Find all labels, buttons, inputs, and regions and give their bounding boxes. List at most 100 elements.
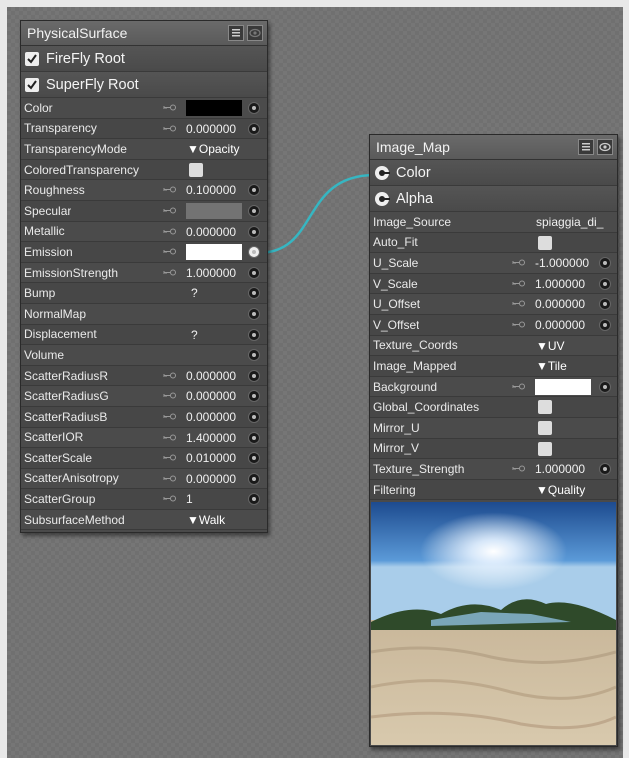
- param-row-scattergroup[interactable]: ScatterGroup 1: [21, 489, 267, 510]
- input-socket-icon[interactable]: [248, 390, 260, 403]
- param-checkbox[interactable]: [538, 235, 552, 250]
- input-socket-icon[interactable]: [599, 318, 611, 331]
- input-socket-connected-icon[interactable]: [248, 246, 260, 259]
- input-socket-icon[interactable]: [248, 410, 260, 423]
- link-key-icon[interactable]: [163, 186, 177, 194]
- input-socket-icon[interactable]: [248, 307, 260, 320]
- link-key-icon[interactable]: [512, 300, 526, 308]
- param-row-u-scale[interactable]: U_Scale -1.000000: [370, 253, 617, 274]
- output-socket-icon[interactable]: [374, 165, 390, 181]
- param-row-specular[interactable]: Specular: [21, 200, 267, 222]
- param-dropdown[interactable]: ▼Quality: [536, 483, 585, 497]
- menu-icon[interactable]: [578, 139, 594, 155]
- input-socket-icon[interactable]: [248, 287, 260, 300]
- param-row-scatterradiusr[interactable]: ScatterRadiusR 0.000000: [21, 365, 267, 387]
- physical-surface-header[interactable]: PhysicalSurface: [21, 21, 267, 46]
- input-socket-icon[interactable]: [248, 102, 260, 114]
- firefly-root-toggle[interactable]: FireFly Root: [21, 46, 267, 72]
- param-checkbox[interactable]: [538, 441, 552, 456]
- menu-icon[interactable]: [228, 25, 244, 41]
- param-row-v-scale[interactable]: V_Scale 1.000000: [370, 273, 617, 295]
- param-value-field[interactable]: 1.000000: [535, 462, 585, 476]
- param-value-field[interactable]: 0.100000: [186, 183, 236, 197]
- param-row-emissionstrength[interactable]: EmissionStrength 1.000000: [21, 262, 267, 284]
- input-socket-icon[interactable]: [248, 431, 260, 444]
- link-key-icon[interactable]: [163, 392, 177, 400]
- link-key-icon[interactable]: [512, 383, 526, 391]
- param-value-field[interactable]: 0.000000: [186, 389, 236, 403]
- output-alpha[interactable]: Alpha: [370, 186, 617, 212]
- image-map-node[interactable]: Image_Map Color Alpha Image_Source spiagg…: [369, 134, 618, 747]
- param-row-u-offset[interactable]: U_Offset 0.000000: [370, 294, 617, 315]
- output-socket-icon[interactable]: [374, 191, 390, 207]
- input-socket-icon[interactable]: [599, 380, 611, 393]
- param-dropdown[interactable]: ▼UV: [536, 339, 565, 353]
- image-map-header[interactable]: Image_Map: [370, 135, 617, 160]
- input-socket-icon[interactable]: [599, 463, 611, 476]
- param-row-scatterradiusb[interactable]: ScatterRadiusB 0.000000: [21, 406, 267, 428]
- input-socket-icon[interactable]: [248, 184, 260, 197]
- link-key-icon[interactable]: [163, 372, 177, 380]
- output-color[interactable]: Color: [370, 160, 617, 186]
- param-dropdown[interactable]: ▼Walk: [187, 513, 225, 527]
- physical-surface-node[interactable]: PhysicalSurface FireFly Root SuperFly Ro…: [20, 20, 268, 533]
- color-swatch[interactable]: [186, 244, 242, 261]
- input-socket-icon[interactable]: [248, 349, 260, 362]
- param-value-field[interactable]: 0.000000: [535, 318, 585, 332]
- param-value-field[interactable]: 0.000000: [186, 225, 236, 239]
- color-swatch[interactable]: [535, 378, 591, 395]
- link-key-icon[interactable]: [163, 207, 177, 215]
- link-key-icon[interactable]: [512, 259, 526, 267]
- param-value-field[interactable]: 0.000000: [535, 297, 585, 311]
- input-socket-icon[interactable]: [599, 257, 611, 270]
- param-row-global-coordinates[interactable]: Global_Coordinates: [370, 397, 617, 418]
- link-key-icon[interactable]: [512, 465, 526, 473]
- param-row-transparency[interactable]: Transparency 0.000000: [21, 118, 267, 140]
- param-row-coloredtransparency[interactable]: ColoredTransparency: [21, 159, 267, 181]
- param-row-bump[interactable]: Bump?: [21, 283, 267, 304]
- link-key-icon[interactable]: [163, 228, 177, 236]
- input-socket-icon[interactable]: [248, 266, 260, 279]
- link-key-icon[interactable]: [163, 104, 177, 112]
- input-socket-icon[interactable]: [248, 328, 260, 341]
- link-key-icon[interactable]: [512, 280, 526, 288]
- input-socket-icon[interactable]: [248, 369, 260, 382]
- param-row-normalmap[interactable]: NormalMap: [21, 303, 267, 325]
- link-key-icon[interactable]: [163, 248, 177, 256]
- image-source-field[interactable]: spiaggia_di_: [536, 215, 603, 229]
- input-socket-icon[interactable]: [248, 204, 260, 217]
- param-row-subsurfacemethod[interactable]: SubsurfaceMethod ▼Walk: [21, 509, 267, 531]
- link-key-icon[interactable]: [163, 413, 177, 421]
- param-row-color[interactable]: Color: [21, 98, 267, 119]
- input-socket-icon[interactable]: [248, 472, 260, 485]
- link-key-icon[interactable]: [163, 434, 177, 442]
- param-value-field[interactable]: 1.400000: [186, 431, 236, 445]
- input-socket-icon[interactable]: [248, 122, 260, 135]
- param-row-roughness[interactable]: Roughness 0.100000: [21, 180, 267, 201]
- param-value-field[interactable]: 0.000000: [186, 369, 236, 383]
- link-key-icon[interactable]: [163, 454, 177, 462]
- superfly-root-checkbox[interactable]: [25, 77, 39, 92]
- param-row-texture-strength[interactable]: Texture_Strength 1.000000: [370, 459, 617, 480]
- firefly-root-checkbox[interactable]: [25, 51, 39, 66]
- param-value-field[interactable]: 0.000000: [186, 122, 236, 136]
- param-row-image-source[interactable]: Image_Source spiaggia_di_: [370, 212, 617, 233]
- param-dropdown[interactable]: ▼Tile: [536, 359, 567, 373]
- link-key-icon[interactable]: [163, 269, 177, 277]
- input-socket-icon[interactable]: [248, 452, 260, 465]
- input-socket-icon[interactable]: [599, 298, 611, 311]
- param-value-field[interactable]: -1.000000: [535, 256, 589, 270]
- link-key-icon[interactable]: [163, 495, 177, 503]
- param-row-background[interactable]: Background: [370, 376, 617, 398]
- superfly-root-toggle[interactable]: SuperFly Root: [21, 72, 267, 98]
- param-row-displacement[interactable]: Displacement?: [21, 324, 267, 346]
- link-key-icon[interactable]: [163, 125, 177, 133]
- param-dropdown[interactable]: ▼Opacity: [187, 142, 240, 156]
- param-value-field[interactable]: 0.000000: [186, 410, 236, 424]
- param-value-field[interactable]: 1.000000: [186, 266, 236, 280]
- param-row-image-mapped[interactable]: Image_Mapped ▼Tile: [370, 356, 617, 377]
- param-row-v-offset[interactable]: V_Offset 0.000000: [370, 314, 617, 336]
- param-checkbox[interactable]: [538, 400, 552, 415]
- link-key-icon[interactable]: [512, 321, 526, 329]
- preview-toggle-icon[interactable]: [247, 25, 263, 41]
